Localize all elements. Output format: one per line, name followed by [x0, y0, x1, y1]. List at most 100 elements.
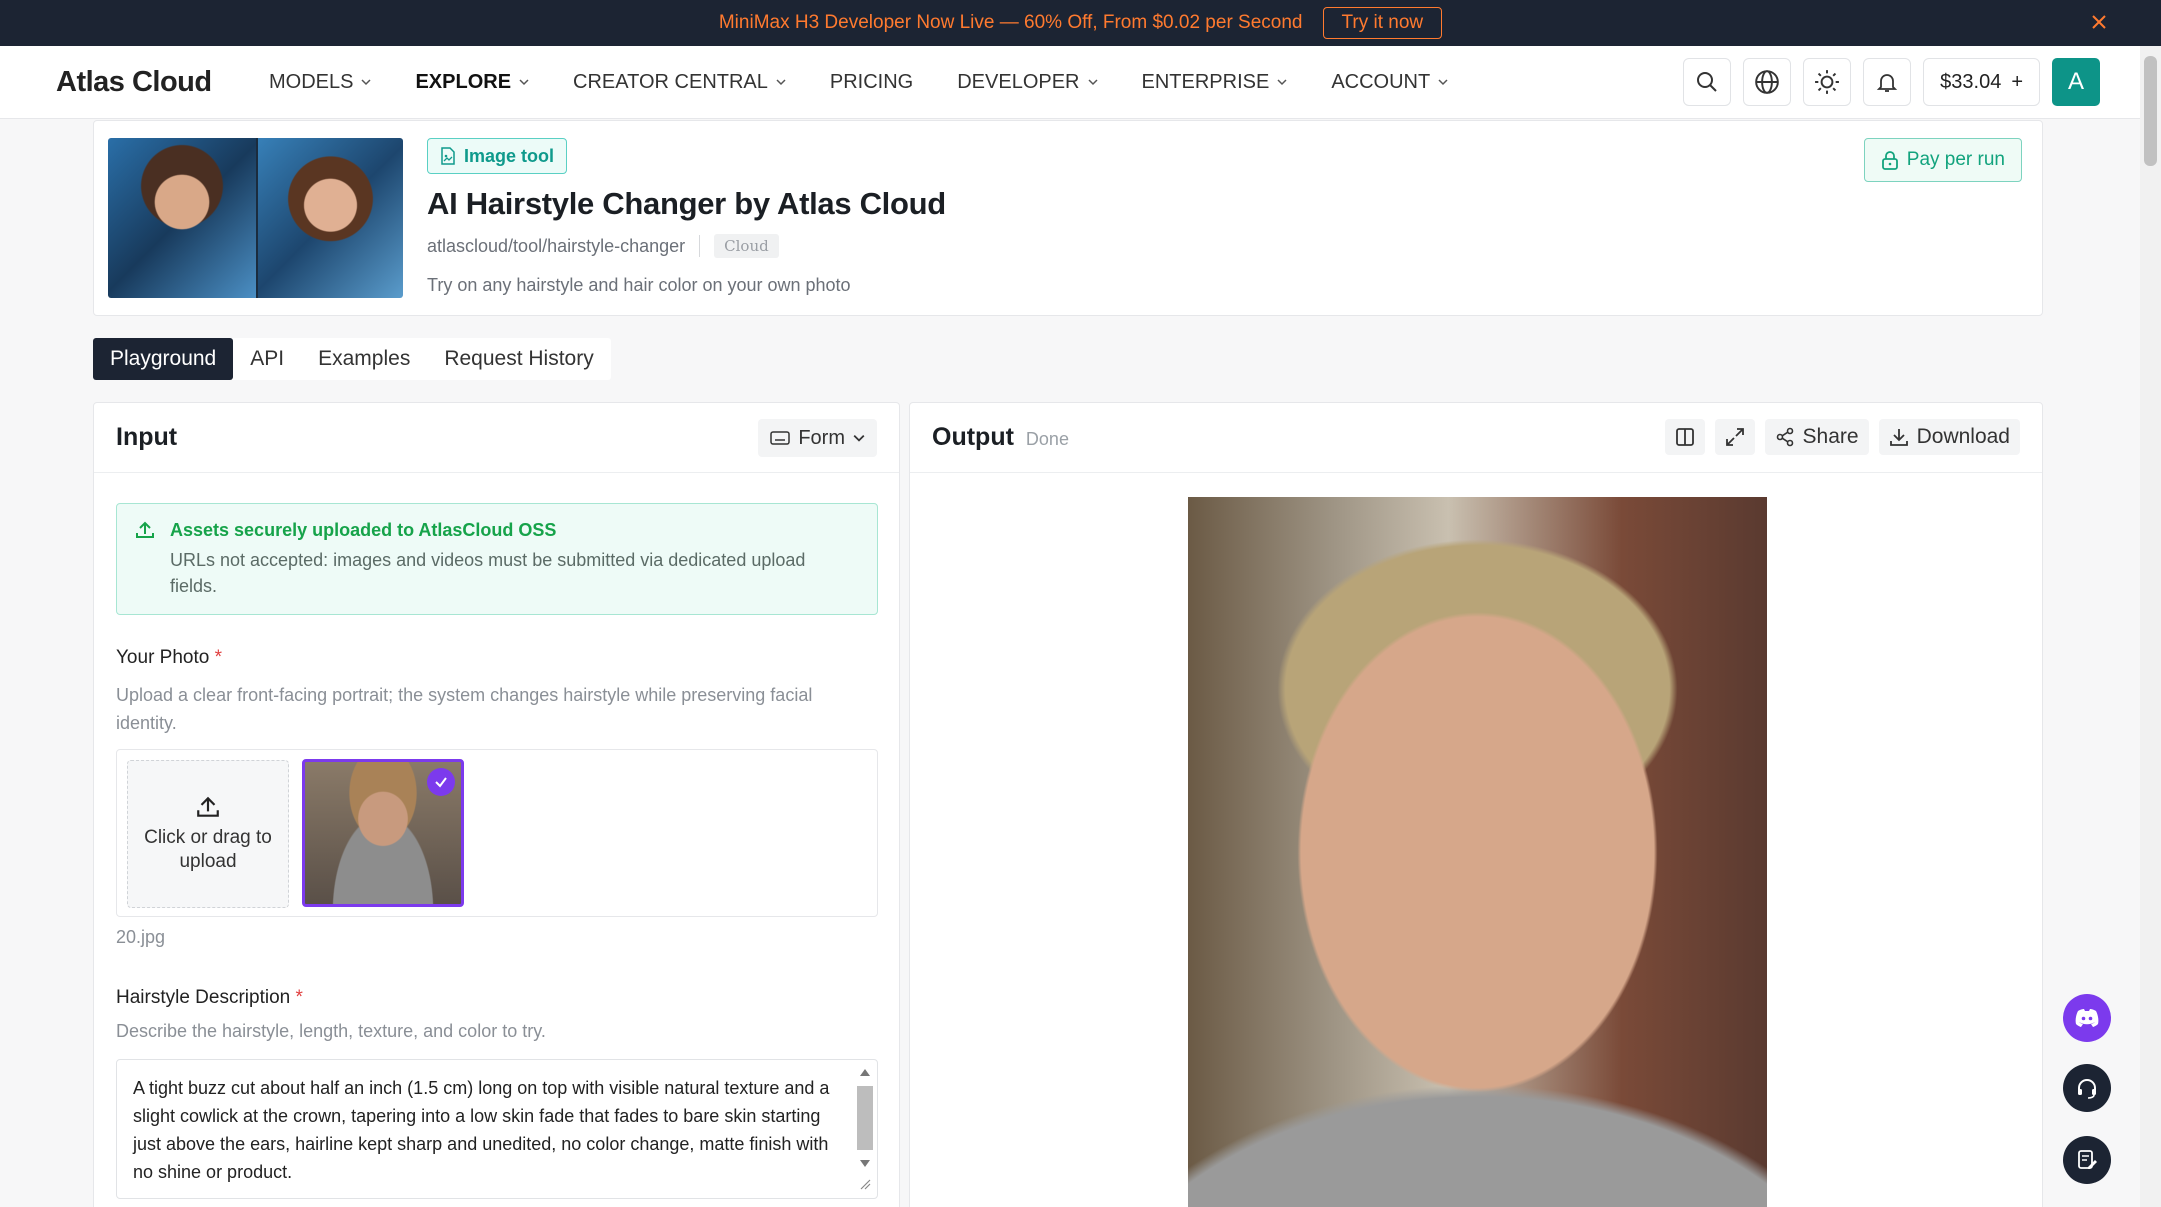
tool-tagline: Try on any hairstyle and hair color on y…: [427, 275, 851, 295]
search-icon: [1697, 72, 1717, 92]
main-menu: MODELS EXPLORE CREATOR CENTRAL PRICING D…: [269, 46, 1492, 119]
upload-notice: Assets securely uploaded to AtlasCloud O…: [116, 503, 878, 615]
avatar[interactable]: A: [2052, 58, 2100, 106]
tab-examples[interactable]: Examples: [301, 338, 427, 380]
tab-api[interactable]: API: [233, 338, 301, 380]
textarea-scrollbar[interactable]: [855, 1064, 875, 1192]
upload-icon: [197, 796, 219, 817]
required-marker: *: [295, 987, 303, 1008]
upload-icon: [136, 521, 154, 538]
form-mode-select[interactable]: Form: [758, 419, 877, 457]
menu-explore[interactable]: EXPLORE: [415, 46, 529, 119]
promo-banner: MiniMax H3 Developer Now Live — 60% Off,…: [0, 0, 2161, 46]
share-button[interactable]: Share: [1764, 419, 1869, 455]
badge-label: Image tool: [464, 145, 555, 166]
form-mode-value: Form: [798, 426, 845, 449]
menu-pricing[interactable]: PRICING: [830, 46, 913, 119]
tool-path: atlascloud/tool/hairstyle-changer: [427, 235, 686, 256]
scrollbar-thumb[interactable]: [2144, 56, 2157, 166]
tool-path-row: atlascloud/tool/hairstyle-changer Cloud: [427, 234, 779, 258]
share-icon: [1776, 427, 1793, 447]
theme-toggle[interactable]: [1803, 58, 1852, 106]
page-title: AI Hairstyle Changer by Atlas Cloud: [427, 186, 946, 221]
chevron-down-icon: [776, 79, 786, 86]
menu-label: EXPLORE: [415, 70, 512, 93]
thumbnail-portrait-right: [255, 138, 403, 298]
search-button[interactable]: [1683, 58, 1732, 106]
download-icon: [1889, 429, 1908, 446]
description-help-text: Describe the hairstyle, length, texture,…: [116, 1021, 546, 1041]
download-button[interactable]: Download: [1878, 419, 2020, 455]
chevron-down-icon: [1277, 79, 1287, 86]
bell-icon: [1876, 74, 1898, 92]
notice-body: URLs not accepted: images and videos mus…: [170, 550, 806, 596]
hairstyle-description-input[interactable]: A tight buzz cut about half an inch (1.5…: [116, 1059, 878, 1199]
chevron-down-icon: [1087, 79, 1098, 86]
tool-header-card: Image tool AI Hairstyle Changer by Atlas…: [93, 120, 2043, 316]
output-panel: Output Done Share Download: [909, 402, 2043, 1207]
chevron-down-icon: [519, 79, 529, 86]
description-value: A tight buzz cut about half an inch (1.5…: [133, 1078, 830, 1182]
compare-view-button[interactable]: [1664, 419, 1705, 455]
resize-handle-icon[interactable]: [859, 1178, 871, 1190]
split-view-icon: [1675, 428, 1694, 446]
try-it-now-button[interactable]: Try it now: [1322, 7, 1443, 39]
output-toolbar: Share Download: [1664, 419, 2020, 455]
required-marker: *: [214, 647, 223, 668]
input-panel: Input Form Assets securely uploaded to A…: [93, 402, 900, 1207]
balance-amount: $33.04: [1940, 70, 2002, 93]
keyboard-icon: [770, 431, 791, 445]
discord-button[interactable]: [2063, 994, 2111, 1042]
language-button[interactable]: [1743, 58, 1792, 106]
chevron-down-icon: [853, 434, 865, 442]
support-button[interactable]: [2063, 1064, 2111, 1112]
output-status: Done: [1025, 429, 1069, 449]
description-label-text: Hairstyle Description: [116, 987, 291, 1008]
notice-title: Assets securely uploaded to AtlasCloud O…: [170, 520, 557, 540]
menu-account[interactable]: ACCOUNT: [1331, 46, 1448, 119]
menu-creator-central[interactable]: CREATOR CENTRAL: [573, 46, 786, 119]
thumbnail-portrait-left: [108, 138, 256, 298]
tab-bar: Playground API Examples Request History: [93, 338, 611, 380]
pay-per-run-button[interactable]: Pay per run: [1863, 138, 2022, 182]
upload-dropzone[interactable]: Click or drag to upload: [127, 760, 289, 908]
photo-field-label: Your Photo *: [116, 647, 222, 669]
notifications-button[interactable]: [1863, 58, 1912, 106]
headset-icon: [2078, 1079, 2096, 1099]
logo[interactable]: Atlas Cloud: [56, 66, 212, 99]
menu-models[interactable]: MODELS: [269, 46, 371, 119]
balance-button[interactable]: $33.04 +: [1923, 58, 2040, 106]
navbar: Atlas Cloud MODELS EXPLORE CREATOR CENTR…: [0, 46, 2140, 119]
fullscreen-button[interactable]: [1714, 419, 1755, 455]
input-title: Input: [116, 423, 178, 451]
download-label: Download: [1916, 425, 2010, 448]
image-tool-badge: Image tool: [427, 138, 568, 174]
textarea-scroll-thumb[interactable]: [857, 1086, 873, 1150]
note-edit-icon: [2078, 1150, 2097, 1169]
page-scrollbar[interactable]: [2140, 46, 2161, 1207]
input-panel-header: Input Form: [94, 403, 899, 473]
uploaded-photo[interactable]: [302, 759, 464, 907]
scroll-down-arrow-icon[interactable]: [860, 1160, 870, 1168]
output-image[interactable]: [1188, 497, 1767, 1207]
globe-icon: [1755, 70, 1779, 94]
divider: [699, 235, 701, 257]
description-field-label: Hairstyle Description *: [116, 987, 303, 1009]
sun-icon: [1815, 70, 1840, 94]
menu-enterprise[interactable]: ENTERPRISE: [1142, 46, 1288, 119]
output-panel-header: Output Done Share Download: [910, 403, 2042, 473]
feedback-button[interactable]: [2063, 1136, 2111, 1184]
tab-playground[interactable]: Playground: [93, 338, 234, 380]
menu-label: PRICING: [829, 70, 914, 93]
lock-icon: [1881, 151, 1898, 170]
chevron-down-icon: [361, 79, 371, 86]
tab-request-history[interactable]: Request History: [427, 338, 610, 380]
scroll-up-arrow-icon[interactable]: [860, 1068, 870, 1076]
menu-label: MODELS: [269, 70, 354, 93]
menu-developer[interactable]: DEVELOPER: [957, 46, 1098, 119]
discord-icon: [2075, 1009, 2099, 1027]
nav-actions: $33.04 + A: [1683, 58, 2100, 106]
tool-thumbnail: [108, 138, 403, 298]
menu-label: ACCOUNT: [1331, 70, 1431, 93]
close-icon[interactable]: [2087, 10, 2111, 34]
